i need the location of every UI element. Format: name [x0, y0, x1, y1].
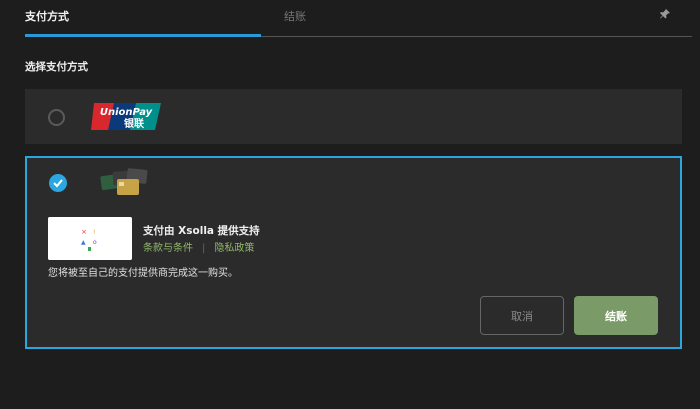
redirect-note: 您将被至自己的支付提供商完成这一购买。 [48, 268, 238, 279]
tab-bar: 支付方式 结账 [0, 0, 700, 38]
radio-selected[interactable] [49, 174, 67, 192]
svg-text:×: × [81, 228, 87, 236]
svg-text:o: o [93, 239, 97, 246]
section-title: 选择支付方式 [25, 61, 88, 73]
radio-unselected[interactable] [48, 109, 65, 126]
unionpay-logo: UnionPay 银联 [91, 103, 161, 130]
link-separator: | [202, 243, 206, 254]
provider-title: 支付由 Xsolla 提供支持 [143, 225, 260, 237]
svg-text:▲: ▲ [81, 239, 86, 246]
checkout-button[interactable]: 结账 [574, 296, 658, 335]
privacy-link[interactable]: 隐私政策 [214, 243, 254, 254]
payment-option-cards[interactable]: × ! ▲ o 支付由 Xsolla 提供支持 条款与条件 | 隐私政策 您将被至自… [25, 156, 682, 349]
legal-links: 条款与条件 | 隐私政策 [143, 239, 254, 254]
tab-active-indicator [25, 34, 261, 37]
checkmark-icon [53, 179, 63, 188]
terms-link[interactable]: 条款与条件 [143, 243, 193, 254]
pin-icon[interactable] [660, 9, 670, 19]
tab-payment-method[interactable]: 支付方式 [25, 8, 69, 24]
cancel-button[interactable]: 取消 [480, 296, 564, 335]
tab-divider [261, 36, 692, 37]
xsolla-logo: × ! ▲ o [48, 217, 132, 260]
tab-checkout[interactable]: 结账 [284, 8, 306, 24]
unionpay-logo-text: UnionPay [100, 107, 153, 118]
credit-cards-icon [100, 168, 148, 195]
payment-option-unionpay[interactable]: UnionPay 银联 [25, 89, 682, 144]
unionpay-logo-cn: 银联 [124, 117, 144, 130]
svg-text:!: ! [93, 229, 95, 236]
